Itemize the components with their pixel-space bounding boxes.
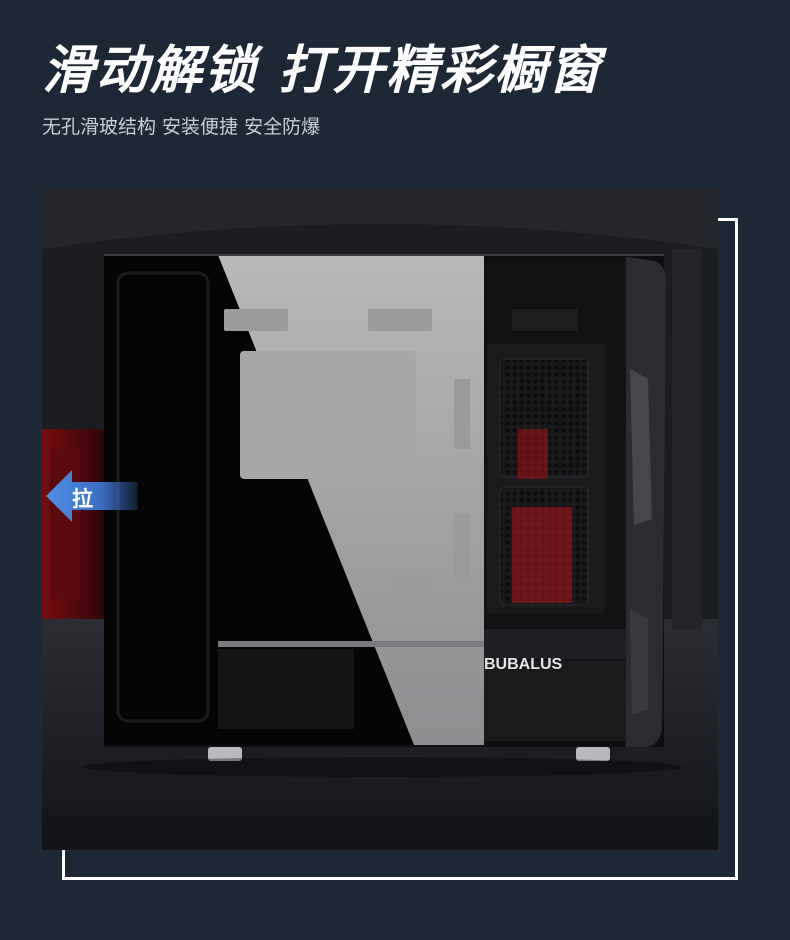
product-photo: BUBALUS (42, 189, 718, 850)
pull-label: 拉 (72, 487, 93, 511)
subtitle: 无孔滑玻结构 安装便捷 安全防爆 (42, 116, 321, 138)
brand-logo: BUBALUS (484, 656, 563, 673)
pull-arrow-tag: 拉 (46, 470, 138, 522)
pc-case-illustration: BUBALUS (42, 189, 718, 850)
headline: 滑动解锁 打开精彩橱窗 (42, 41, 603, 101)
